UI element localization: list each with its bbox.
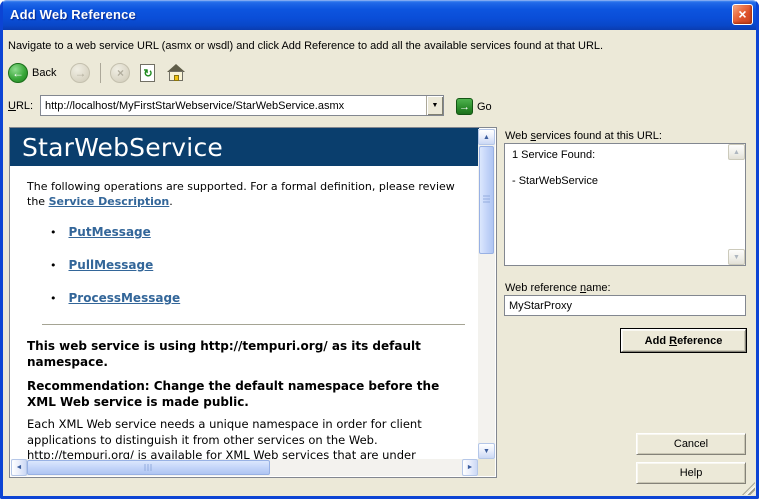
scroll-up-icon: ▲ bbox=[483, 134, 490, 141]
operations-list: • PutMessage • PullMessage • ProcessMessage bbox=[10, 225, 479, 306]
horizontal-scroll-thumb[interactable] bbox=[27, 460, 270, 475]
close-icon: × bbox=[738, 6, 746, 22]
url-input[interactable] bbox=[41, 96, 425, 115]
go-icon: → bbox=[456, 98, 473, 115]
title-bar[interactable]: Add Web Reference × bbox=[0, 0, 759, 30]
scroll-left-button[interactable]: ◄ bbox=[11, 459, 27, 476]
scroll-up-button[interactable]: ▲ bbox=[478, 129, 495, 145]
service-help-page: StarWebService The following operations … bbox=[10, 128, 479, 460]
reference-name-field-wrap bbox=[504, 295, 746, 316]
go-label: Go bbox=[477, 101, 492, 113]
list-item: • PutMessage bbox=[50, 225, 479, 240]
reference-name-label: Web reference name: bbox=[505, 282, 611, 294]
scroll-up-icon: ▲ bbox=[733, 149, 740, 156]
namespace-recommendation: Recommendation: Change the default names… bbox=[27, 378, 463, 410]
services-listbox[interactable]: 1 Service Found: - StarWebService ▲ ▼ bbox=[504, 143, 746, 266]
link-processmessage[interactable]: ProcessMessage bbox=[69, 291, 181, 305]
toolbar-separator bbox=[100, 63, 101, 83]
thumb-grip-icon bbox=[144, 464, 153, 471]
horizontal-scrollbar: ◄ ► bbox=[11, 459, 478, 476]
chevron-down-icon: ▼ bbox=[432, 102, 439, 109]
go-button[interactable]: → Go bbox=[456, 98, 492, 115]
scrollbar-corner bbox=[478, 459, 495, 476]
close-button[interactable]: × bbox=[732, 4, 753, 25]
stop-icon: × bbox=[117, 66, 124, 80]
vertical-scroll-thumb[interactable] bbox=[479, 146, 494, 254]
browser-pane: StarWebService The following operations … bbox=[9, 127, 497, 478]
refresh-button[interactable]: ↻ bbox=[140, 64, 155, 82]
home-button[interactable] bbox=[167, 64, 186, 82]
navigation-toolbar: ← Back → × ↻ bbox=[8, 60, 186, 86]
bullet-icon: • bbox=[50, 292, 57, 305]
scroll-right-icon: ► bbox=[467, 464, 474, 471]
bullet-icon: • bbox=[50, 226, 57, 239]
link-pullmessage[interactable]: PullMessage bbox=[69, 258, 154, 272]
forward-button[interactable]: → bbox=[70, 63, 90, 83]
instruction-text: Navigate to a web service URL (asmx or w… bbox=[8, 40, 603, 52]
list-item: • ProcessMessage bbox=[50, 291, 479, 306]
url-combobox: ▼ bbox=[40, 95, 444, 116]
scroll-down-button[interactable]: ▼ bbox=[478, 443, 495, 459]
services-found-count: 1 Service Found: bbox=[512, 149, 595, 161]
service-description-link[interactable]: Service Description bbox=[49, 195, 170, 208]
back-label: Back bbox=[32, 67, 56, 79]
scroll-left-icon: ◄ bbox=[16, 464, 23, 471]
list-item: • PullMessage bbox=[50, 258, 479, 273]
add-reference-button[interactable]: Add Reference bbox=[621, 329, 746, 352]
back-button[interactable]: ← Back bbox=[8, 63, 56, 83]
namespace-statement: This web service is using http://tempuri… bbox=[27, 338, 463, 370]
intro-paragraph: The following operations are supported. … bbox=[27, 179, 461, 209]
services-found-label: Web services found at this URL: bbox=[505, 130, 662, 142]
help-button[interactable]: Help bbox=[636, 462, 746, 484]
listbox-scroll-down-button[interactable]: ▼ bbox=[728, 249, 745, 265]
refresh-icon: ↻ bbox=[143, 67, 152, 80]
bullet-icon: • bbox=[50, 259, 57, 272]
url-dropdown-button[interactable]: ▼ bbox=[426, 96, 443, 115]
forward-icon: → bbox=[74, 66, 86, 80]
namespace-paragraph: Each XML Web service needs a unique name… bbox=[27, 417, 469, 460]
url-label: URL: bbox=[8, 100, 33, 112]
listbox-scroll-up-button[interactable]: ▲ bbox=[728, 144, 745, 160]
link-putmessage[interactable]: PutMessage bbox=[69, 225, 151, 239]
thumb-grip-icon bbox=[483, 196, 490, 205]
scroll-right-button[interactable]: ► bbox=[462, 459, 478, 476]
scroll-down-icon: ▼ bbox=[483, 448, 490, 455]
window-title: Add Web Reference bbox=[10, 7, 136, 22]
service-title: StarWebService bbox=[10, 128, 479, 166]
add-web-reference-dialog: Add Web Reference × Navigate to a web se… bbox=[0, 0, 759, 499]
service-list-item[interactable]: - StarWebService bbox=[512, 175, 598, 187]
stop-button[interactable]: × bbox=[110, 63, 130, 83]
scroll-down-icon: ▼ bbox=[733, 254, 740, 261]
divider bbox=[42, 324, 465, 326]
reference-name-input[interactable] bbox=[505, 297, 745, 316]
cancel-button[interactable]: Cancel bbox=[636, 433, 746, 455]
vertical-scrollbar: ▲ ▼ bbox=[478, 129, 495, 459]
back-icon: ← bbox=[8, 63, 28, 83]
